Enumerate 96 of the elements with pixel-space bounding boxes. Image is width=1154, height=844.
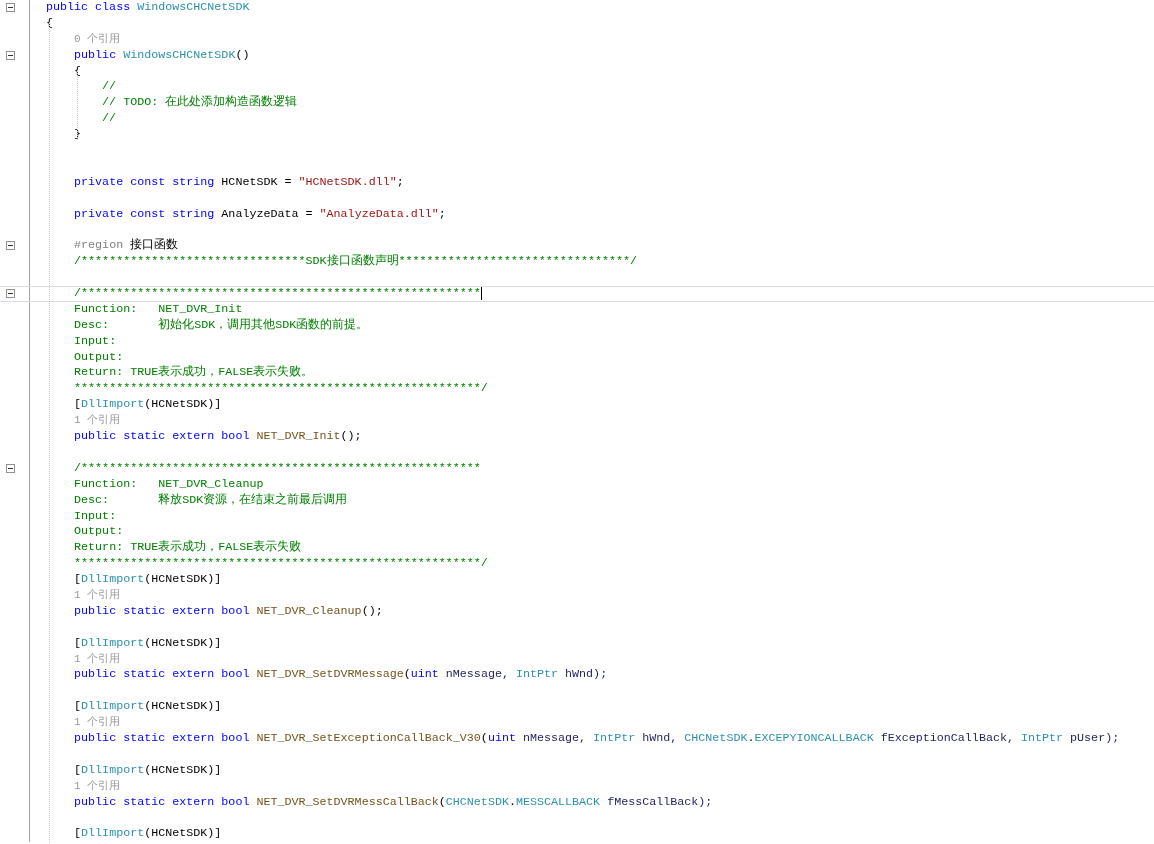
- type-name: DllImport: [81, 762, 145, 779]
- code-text: .: [747, 730, 755, 747]
- type-name: IntPtr: [1020, 730, 1064, 747]
- string-literal: "HCNetSDK.dll": [298, 174, 397, 191]
- string-literal: "AnalyzeData.dll": [319, 206, 439, 223]
- code-comment: /*********************************************************: [74, 460, 481, 477]
- reference-count-link[interactable]: 0 个引用: [74, 31, 121, 48]
- code-text: [: [74, 699, 82, 716]
- type-name: DllImport: [81, 397, 145, 414]
- keyword: uint: [410, 667, 440, 684]
- code-text: (HCNetSDK)]: [144, 699, 222, 716]
- keyword: uint: [487, 730, 517, 747]
- code-text: HCNetSDK =: [221, 174, 293, 191]
- collapse-icon[interactable]: [6, 241, 15, 251]
- code-text: (): [235, 47, 250, 64]
- code-comment: Return: TRUE表示成功，FALSE表示失败: [74, 540, 302, 557]
- type-name: EXCEPYIONCALLBACK: [754, 730, 874, 747]
- preprocessor-directive: #region: [74, 238, 125, 255]
- code-comment: Output:: [74, 524, 124, 541]
- code-text: (HCNetSDK)]: [144, 762, 222, 779]
- code-comment: //: [102, 79, 117, 96]
- collapse-icon[interactable]: [6, 50, 15, 60]
- code-comment: Desc: 释放SDK资源，在结束之前最后调用: [74, 492, 348, 509]
- code-text: (HCNetSDK)]: [144, 826, 222, 843]
- keyword: public class: [46, 0, 132, 16]
- keyword: private const string: [74, 174, 216, 191]
- code-comment: Output:: [74, 349, 124, 366]
- keyword: private const string: [74, 206, 216, 223]
- code-text: (: [438, 794, 446, 811]
- type-name: DllImport: [81, 572, 145, 588]
- code-text: pUser);: [1070, 730, 1120, 747]
- code-text: [: [74, 635, 82, 652]
- keyword: public static extern bool: [74, 794, 251, 811]
- code-text: 接口函数: [130, 238, 179, 255]
- code-comment: Desc: 初始化SDK，调用其他SDK函数的前提。: [74, 317, 369, 334]
- function-name: NET_DVR_Init: [256, 429, 341, 445]
- code-text: nMessage,: [445, 667, 510, 684]
- code-text: [: [74, 762, 82, 779]
- code-text: ();: [361, 603, 383, 620]
- code-text: fMessCallBack);: [607, 794, 713, 811]
- text-cursor: [480, 287, 482, 301]
- function-name: NET_DVR_SetDVRMessage: [256, 667, 404, 684]
- code-comment: Input:: [74, 333, 117, 350]
- code-text: nMessage,: [522, 730, 588, 747]
- code-comment: Input:: [74, 508, 117, 525]
- code-text: ;: [438, 206, 446, 223]
- type-name: WindowsCHCNetSDK: [123, 47, 236, 64]
- type-name: DllImport: [81, 826, 145, 843]
- type-name: MESSCALLBACK: [515, 794, 601, 811]
- code-comment: Return: TRUE表示成功，FALSE表示失败。: [74, 365, 314, 382]
- code-comment: **********************************************************/: [74, 556, 488, 573]
- code-text: fExceptionCallBack,: [880, 730, 1015, 747]
- reference-count-link[interactable]: 1 个引用: [74, 587, 121, 604]
- reference-count-link[interactable]: 1 个引用: [74, 413, 121, 430]
- type-name: IntPtr: [593, 730, 636, 747]
- code-comment: /*********************************************************: [74, 287, 481, 301]
- keyword: public static extern bool: [74, 667, 251, 684]
- collapse-icon[interactable]: [6, 3, 15, 12]
- collapse-icon[interactable]: [6, 463, 15, 473]
- reference-count-link[interactable]: 1 个引用: [74, 651, 121, 668]
- type-name: DllImport: [81, 635, 145, 652]
- code-text: .: [508, 794, 516, 811]
- function-name: NET_DVR_SetExceptionCallBack_V30: [256, 730, 481, 747]
- type-name: DllImport: [81, 699, 145, 716]
- type-name: CHCNetSDK: [445, 794, 509, 811]
- code-comment: Function: NET_DVR_Init: [74, 301, 243, 318]
- function-name: NET_DVR_Cleanup: [256, 603, 362, 620]
- type-name: IntPtr: [515, 667, 559, 684]
- code-text: [: [74, 826, 82, 843]
- type-name: WindowsCHCNetSDK: [137, 0, 250, 16]
- keyword: public: [74, 47, 118, 64]
- code-text: (: [480, 730, 488, 747]
- code-comment: Function: NET_DVR_Cleanup: [74, 476, 264, 493]
- code-comment: /********************************SDK接口函数声明*********************************/: [74, 254, 638, 271]
- code-text: hWnd);: [565, 667, 608, 684]
- reference-count-link[interactable]: 1 个引用: [74, 778, 121, 795]
- type-name: CHCNetSDK: [684, 730, 748, 747]
- code-text: (HCNetSDK)]: [144, 572, 222, 588]
- code-text: (HCNetSDK)]: [144, 397, 222, 414]
- code-text: hWnd,: [642, 730, 679, 747]
- code-text: [: [74, 397, 82, 414]
- code-text: [: [74, 572, 82, 588]
- keyword: public static extern bool: [74, 603, 251, 620]
- keyword: public static extern bool: [74, 730, 251, 747]
- code-comment: //: [102, 111, 117, 128]
- code-text: (HCNetSDK)]: [144, 635, 222, 652]
- code-text: ;: [396, 174, 404, 191]
- code-text: AnalyzeData =: [221, 206, 314, 223]
- keyword: public static extern bool: [74, 429, 251, 445]
- code-text: (: [403, 667, 411, 684]
- collapse-icon[interactable]: [6, 289, 15, 299]
- function-name: NET_DVR_SetDVRMessCallBack: [256, 794, 439, 811]
- code-comment: **********************************************************/: [74, 381, 488, 398]
- reference-count-link[interactable]: 1 个引用: [74, 715, 121, 731]
- code-text: ();: [340, 429, 362, 445]
- code-comment: // TODO: 在此处添加构造函数逻辑: [102, 95, 298, 112]
